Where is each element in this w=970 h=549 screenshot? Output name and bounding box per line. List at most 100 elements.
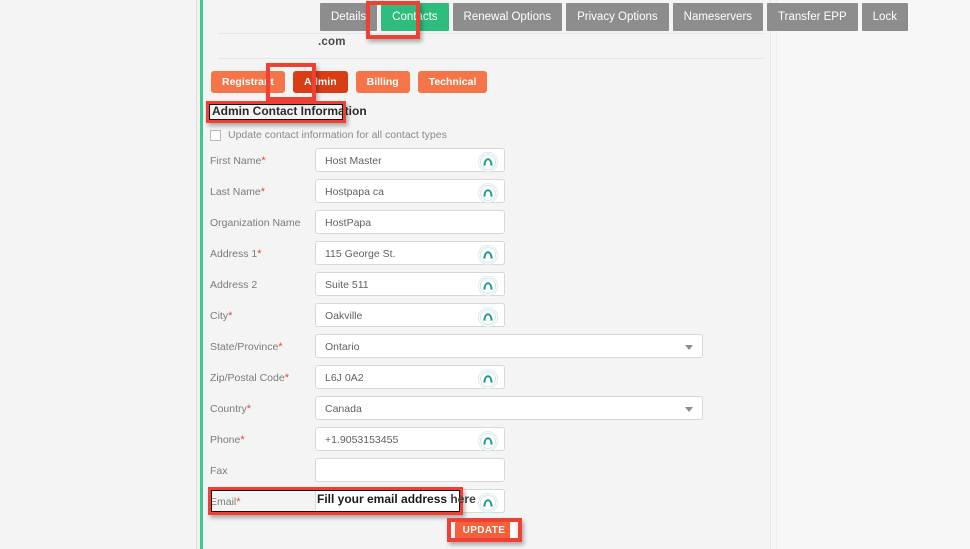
password-manager-autofill-icon[interactable]	[478, 152, 498, 172]
tab-details[interactable]: Details	[320, 3, 378, 31]
label-text-country: Country	[210, 403, 247, 415]
value-phone: +1.9053153455	[325, 434, 399, 446]
tab-lock[interactable]: Lock	[861, 3, 908, 31]
form-row-country: Country* Canada	[210, 396, 750, 427]
label-country: Country*	[210, 403, 251, 415]
label-last-name: Last Name*	[210, 186, 265, 198]
domain-name-label: .com	[318, 36, 346, 48]
contact-tab-technical[interactable]: Technical	[417, 71, 488, 93]
value-state-province: Ontario	[325, 341, 360, 353]
input-zip-postal-code[interactable]: L6J 0A2	[315, 365, 505, 389]
input-organization-name[interactable]: HostPapa	[315, 210, 505, 234]
tab-transfer-epp[interactable]: Transfer EPP	[767, 3, 858, 31]
form-row-organization-name: Organization Name HostPapa	[210, 210, 750, 241]
required-marker: *	[257, 248, 262, 260]
form-row-state-province: State/Province* Ontario	[210, 334, 750, 365]
label-city: City*	[210, 310, 232, 322]
label-address-1: Address 1*	[210, 248, 262, 260]
checkbox-icon[interactable]	[210, 129, 221, 141]
input-address-2[interactable]: Suite 511	[315, 272, 505, 296]
label-text-zip-postal-code: Zip/Postal Code	[210, 372, 285, 384]
app-window: Details Contacts Renewal Options Privacy Op…	[0, 0, 970, 549]
chevron-down-icon[interactable]	[685, 407, 693, 412]
form-row-phone: Phone* +1.9053153455	[210, 427, 750, 458]
password-manager-autofill-icon[interactable]	[478, 493, 498, 513]
required-marker: *	[261, 155, 266, 167]
input-phone[interactable]: +1.9053153455	[315, 427, 505, 451]
label-fax: Fax	[210, 465, 228, 477]
select-state-province[interactable]: Ontario	[315, 334, 703, 358]
bulk-update-label: Update contact information for all conta…	[228, 129, 447, 141]
password-manager-autofill-icon[interactable]	[478, 245, 498, 265]
required-marker: *	[246, 403, 252, 415]
label-text-city: City	[210, 310, 229, 322]
chevron-down-icon[interactable]	[685, 345, 693, 350]
label-text-address-1: Address 1	[210, 248, 258, 260]
value-first-name: Host Master	[325, 155, 382, 167]
right-panel-divider-2	[776, 0, 777, 549]
label-state-province: State/Province*	[210, 341, 283, 353]
tab-privacy-options[interactable]: Privacy Options	[566, 3, 669, 31]
label-text-last-name: Last Name	[210, 186, 261, 198]
contact-type-tab-bar: Registrant Admin Billing Technical	[211, 71, 488, 93]
label-zip-postal-code: Zip/Postal Code*	[210, 372, 289, 384]
input-email[interactable]	[315, 489, 505, 513]
tab-contacts[interactable]: Contacts	[381, 3, 449, 31]
required-marker: *	[240, 434, 245, 446]
value-city: Oakville	[325, 310, 363, 322]
contact-tab-admin[interactable]: Admin	[292, 71, 348, 93]
form-row-last-name: Last Name* Hostpapa ca	[210, 179, 750, 210]
label-organization-name: Organization Name	[210, 217, 300, 229]
input-first-name[interactable]: Host Master	[315, 148, 505, 172]
password-manager-autofill-icon[interactable]	[478, 183, 498, 203]
input-address-1[interactable]: 115 George St.	[315, 241, 505, 265]
label-address-2: Address 2	[210, 279, 257, 291]
label-first-name: First Name*	[210, 155, 266, 167]
label-text-fax: Fax	[210, 465, 228, 477]
update-button[interactable]: UPDATE	[455, 521, 513, 540]
form-row-address-1: Address 1* 115 George St.	[210, 241, 750, 272]
password-manager-autofill-icon[interactable]	[478, 369, 498, 389]
right-gutter	[770, 0, 970, 549]
required-marker: *	[236, 496, 241, 508]
form-row-first-name: First Name* Host Master	[210, 148, 750, 179]
domain-divider	[218, 58, 764, 59]
form-row-address-2: Address 2 Suite 511	[210, 272, 750, 303]
input-fax[interactable]	[315, 458, 505, 482]
left-gutter	[0, 0, 197, 549]
password-manager-autofill-icon[interactable]	[478, 307, 498, 327]
value-zip-postal-code: L6J 0A2	[325, 372, 364, 384]
domain-tab-bar: Details Contacts Renewal Options Privacy Op…	[320, 3, 908, 31]
tab-renewal-options[interactable]: Renewal Options	[452, 3, 563, 31]
password-manager-autofill-icon[interactable]	[478, 431, 498, 451]
value-country: Canada	[325, 403, 362, 415]
form-row-city: City* Oakville	[210, 303, 750, 334]
label-email: Email*	[210, 496, 241, 508]
label-text-first-name: First Name	[210, 155, 262, 167]
form-row-email: Email*	[210, 489, 750, 520]
bulk-update-row[interactable]: Update contact information for all conta…	[210, 129, 447, 141]
value-address-2: Suite 511	[325, 279, 369, 291]
label-text-organization-name: Organization Name	[210, 217, 301, 229]
required-marker: *	[284, 372, 289, 384]
left-panel-divider	[196, 0, 197, 549]
value-last-name: Hostpapa ca	[325, 186, 384, 198]
section-heading: Admin Contact Information	[212, 104, 367, 118]
tabbar-divider	[218, 33, 764, 34]
label-phone: Phone*	[210, 434, 245, 446]
value-organization-name: HostPapa	[325, 217, 372, 229]
contact-tab-billing[interactable]: Billing	[355, 71, 410, 93]
password-manager-autofill-icon[interactable]	[478, 276, 498, 296]
required-marker: *	[260, 186, 266, 198]
input-city[interactable]: Oakville	[315, 303, 505, 327]
contact-form: First Name* Host Master Last Name* Hostpapa…	[210, 148, 750, 520]
label-text-state-province: State/Province	[210, 341, 279, 353]
label-text-address-2: Address 2	[210, 279, 258, 291]
label-text-phone: Phone	[210, 434, 241, 446]
select-country[interactable]: Canada	[315, 396, 703, 420]
contact-tab-registrant[interactable]: Registrant	[211, 71, 285, 93]
required-marker: *	[228, 310, 233, 322]
input-last-name[interactable]: Hostpapa ca	[315, 179, 505, 203]
tab-nameservers[interactable]: Nameservers	[672, 3, 764, 31]
label-text-email: Email	[210, 496, 237, 508]
